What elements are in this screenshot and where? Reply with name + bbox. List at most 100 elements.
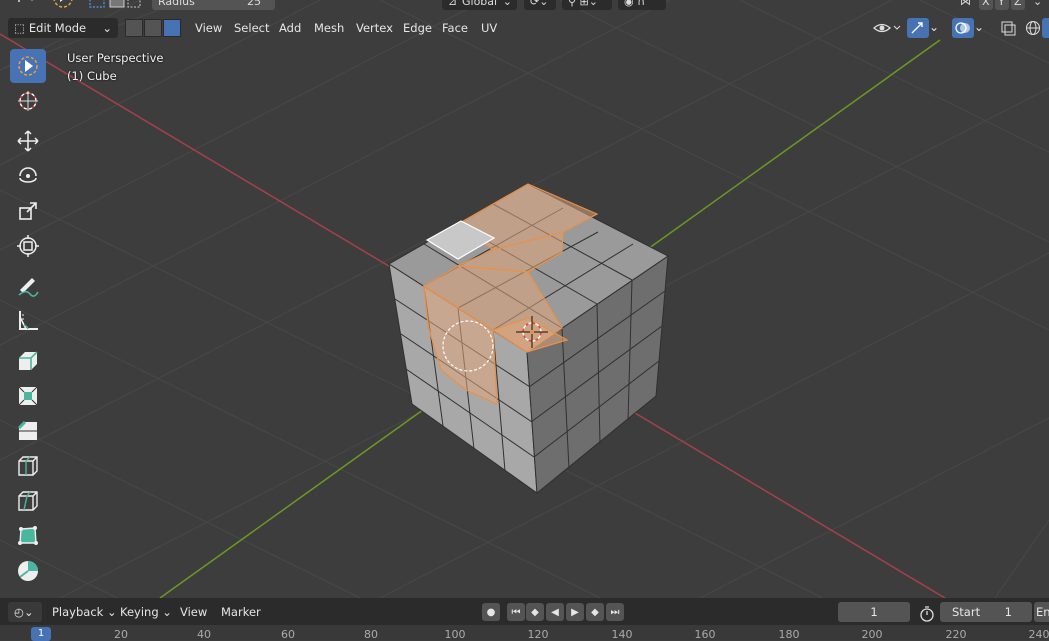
- spin-tool[interactable]: [10, 554, 46, 588]
- viewport-header: ⬚Edit Mode⌄ View Select Add Mesh Vertex …: [0, 16, 1049, 40]
- xray-toggle-icon[interactable]: [997, 18, 1019, 38]
- mirror-icon[interactable]: ⋈: [960, 0, 976, 10]
- tool-circle-icon[interactable]: [50, 0, 76, 10]
- mirror-z-button[interactable]: Z: [1011, 0, 1025, 10]
- timeline-header: ◴⌄ Playback ⌄ Keying ⌄ View Marker ● ⏮ ◆…: [0, 598, 1049, 625]
- next-keyframe-button[interactable]: ◆: [586, 603, 604, 621]
- mirror-y-button[interactable]: Y: [995, 0, 1009, 10]
- ruler-tick: 40: [197, 628, 211, 641]
- overlays-dropdown[interactable]: ⌄: [974, 18, 990, 38]
- snap-icon: ⚲ ⊞⌄: [568, 0, 598, 8]
- visibility-dropdown[interactable]: [870, 18, 902, 38]
- timeline-ruler[interactable]: 20 40 60 80 100 120 140 160 180 200 220 …: [0, 625, 1049, 640]
- viewport-scene[interactable]: [0, 0, 1049, 598]
- prev-keyframe-icon: ◆: [531, 607, 539, 618]
- current-frame-field[interactable]: 1: [838, 602, 910, 622]
- menu-edge[interactable]: Edge: [397, 18, 438, 38]
- annotate-tool[interactable]: [10, 269, 46, 303]
- playhead-indicator[interactable]: 1: [31, 627, 51, 641]
- ruler-tick: 20: [114, 628, 128, 641]
- ruler-tick: 100: [445, 628, 466, 641]
- transform-tool[interactable]: [10, 229, 46, 263]
- menu-face[interactable]: Face: [436, 18, 474, 38]
- perspective-label: User Perspective: [67, 49, 163, 67]
- cube-mesh[interactable]: [389, 184, 668, 493]
- mode-label: Edit Mode: [29, 21, 86, 35]
- stopwatch-icon[interactable]: [918, 606, 936, 622]
- select-mode-buttons[interactable]: [88, 0, 142, 10]
- snap-dropdown[interactable]: ⚲ ⊞⌄: [562, 0, 612, 10]
- move-tool[interactable]: [10, 124, 46, 158]
- play-reverse-button[interactable]: ◀: [546, 603, 564, 621]
- menu-playback[interactable]: Playback ⌄: [46, 602, 123, 622]
- scale-tool[interactable]: [10, 194, 46, 228]
- menu-marker[interactable]: Marker: [215, 602, 267, 622]
- mode-dropdown[interactable]: ⬚Edit Mode⌄: [8, 18, 118, 38]
- play-icon: ▶: [571, 607, 579, 618]
- knife-tool[interactable]: [10, 484, 46, 518]
- menu-keying[interactable]: Keying ⌄: [114, 602, 178, 622]
- menu-timeline-view[interactable]: View: [174, 602, 213, 622]
- menu-uv[interactable]: UV: [475, 18, 503, 38]
- orientation-dropdown[interactable]: ⊿Global⌄: [442, 0, 517, 10]
- proportional-icon: ◉ ∩: [624, 0, 645, 8]
- select-box-tool[interactable]: [10, 49, 46, 83]
- pivot-icon: ⟳⌄: [530, 0, 548, 8]
- inset-faces-tool[interactable]: [10, 379, 46, 413]
- menu-mesh[interactable]: Mesh: [308, 18, 350, 38]
- radius-field[interactable]: Radius 25: [152, 0, 275, 10]
- gizmo-dropdown[interactable]: ⌄: [929, 18, 945, 38]
- loop-cut-tool[interactable]: [10, 449, 46, 483]
- jump-start-icon: ⏮: [512, 607, 521, 618]
- next-keyframe-icon: ◆: [591, 607, 599, 618]
- measure-tool[interactable]: [10, 304, 46, 338]
- solid-shading-icon[interactable]: [1042, 18, 1049, 38]
- menu-view[interactable]: View: [189, 18, 228, 38]
- face-select-mode-button[interactable]: [163, 19, 181, 37]
- record-icon: ●: [487, 607, 496, 618]
- 3d-viewport[interactable]: Radius 25 ⊿Global⌄ ⟳⌄ ⚲ ⊞⌄ ◉ ∩ ⋈ X Y Z ⌄…: [0, 0, 1049, 598]
- menu-select[interactable]: Select: [228, 18, 275, 38]
- knife-icon: [16, 489, 40, 513]
- bevel-tool[interactable]: [10, 414, 46, 448]
- jump-end-button[interactable]: ⏭: [606, 603, 624, 621]
- mirror-x-button[interactable]: X: [979, 0, 993, 10]
- gizmo-toggle-icon[interactable]: [907, 18, 929, 38]
- end-frame-field[interactable]: En: [1034, 602, 1049, 622]
- prev-keyframe-button[interactable]: ◆: [526, 603, 544, 621]
- pivot-dropdown[interactable]: ⟳⌄: [524, 0, 556, 10]
- orientation-icon: ⊿: [448, 0, 462, 10]
- radius-label: Radius: [158, 0, 195, 8]
- chevron-down-icon: ⌄: [162, 605, 172, 619]
- overlays-toggle-icon[interactable]: [952, 18, 974, 38]
- play-button[interactable]: ▶: [566, 603, 584, 621]
- tool-settings-header: Radius 25 ⊿Global⌄ ⟳⌄ ⚲ ⊞⌄ ◉ ∩ ⋈ X Y Z ⌄: [0, 0, 1049, 12]
- cursor-tool[interactable]: [10, 84, 46, 118]
- rotate-tool[interactable]: [10, 159, 46, 193]
- extrude-region-tool[interactable]: [10, 344, 46, 378]
- measure-icon: [16, 309, 40, 333]
- ruler-tick: 220: [946, 628, 967, 641]
- scale-icon: [16, 199, 40, 223]
- start-frame-field[interactable]: Start 1: [940, 602, 1032, 622]
- ruler-tick: 240: [1029, 628, 1049, 641]
- vertex-select-mode-button[interactable]: [125, 19, 143, 37]
- proportional-edit-dropdown[interactable]: ◉ ∩: [618, 0, 666, 10]
- transform-pivot-icon[interactable]: [10, 0, 38, 8]
- bevel-icon: [16, 419, 40, 443]
- editor-type-dropdown[interactable]: ◴⌄: [8, 602, 42, 622]
- wireframe-shading-icon[interactable]: [1022, 18, 1044, 38]
- edge-select-mode-button[interactable]: [144, 19, 162, 37]
- ruler-tick: 60: [281, 628, 295, 641]
- record-button[interactable]: ●: [482, 603, 500, 621]
- tool-shelf: [8, 49, 48, 597]
- rotate-icon: [16, 164, 40, 188]
- options-icon[interactable]: ⌄: [1030, 0, 1049, 10]
- jump-start-button[interactable]: ⏮: [507, 603, 525, 621]
- menu-vertex[interactable]: Vertex: [350, 18, 399, 38]
- poly-build-tool[interactable]: [10, 519, 46, 553]
- cursor-icon: [16, 89, 40, 113]
- radius-value: 25: [247, 0, 261, 10]
- menu-add[interactable]: Add: [273, 18, 307, 38]
- poly-build-icon: [16, 524, 40, 548]
